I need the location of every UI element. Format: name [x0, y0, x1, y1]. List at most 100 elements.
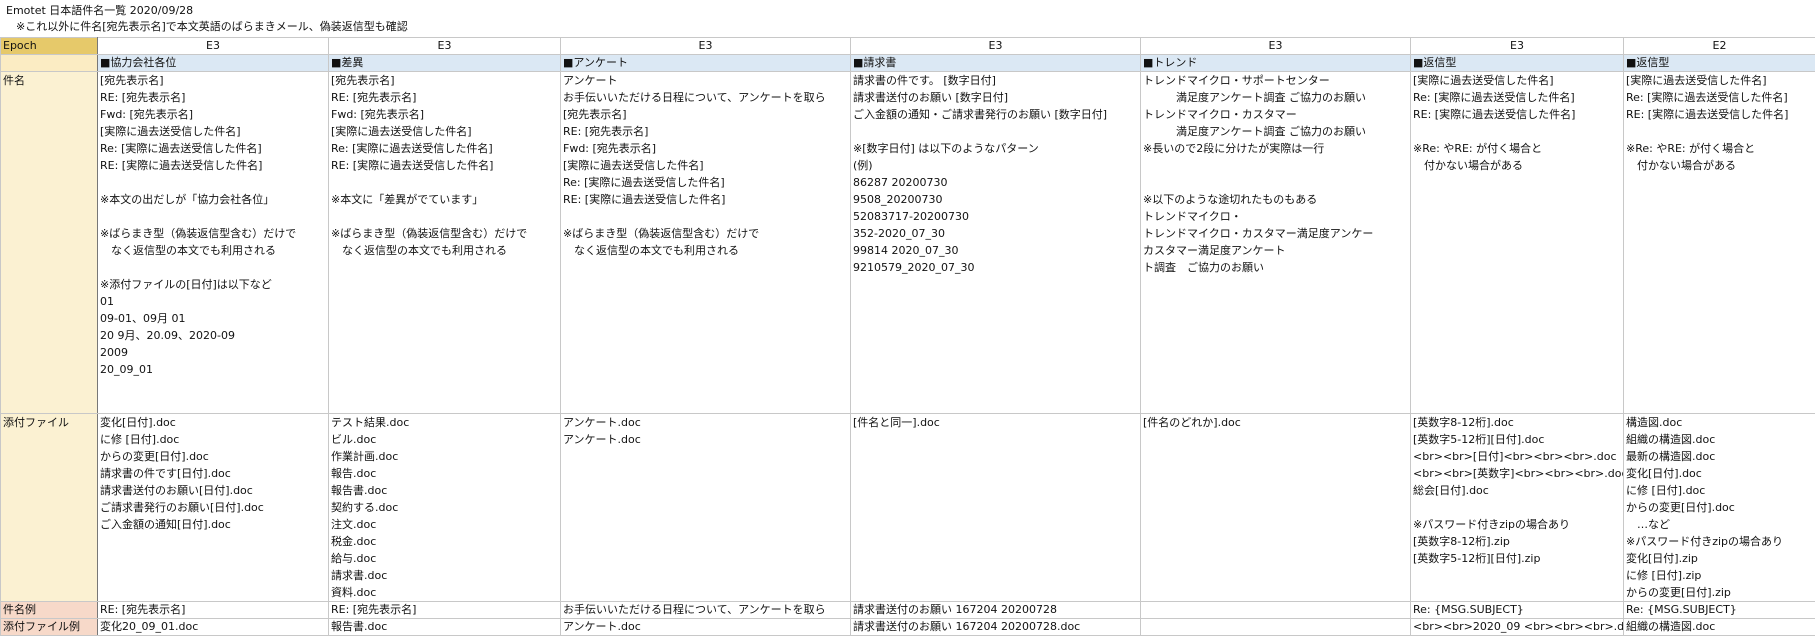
cell-line: [宛先表示名] — [100, 72, 326, 89]
category-label-cell[interactable] — [1, 55, 98, 72]
cell-line: ※パスワード付きzipの場合あり — [1413, 516, 1621, 533]
cell-line: [英数字8-12桁].doc — [1413, 414, 1621, 431]
cell-line: なく返信型の本文でも利用される — [100, 242, 326, 259]
cell-line: [実際に過去送受信した件名] — [331, 123, 558, 140]
attachment-cell[interactable]: [英数字8-12桁].doc[英数字5-12桁][日付].doc<br><br>… — [1411, 414, 1624, 602]
attachment-cell[interactable]: テスト結果.docビル.doc作業計画.doc報告.doc報告書.doc契約する… — [329, 414, 561, 602]
cell-line: 352-2020_07_30 — [853, 225, 1138, 242]
attachment-example-cell[interactable]: 報告書.doc — [329, 619, 561, 636]
cell-line: <br><br>[日付]<br><br><br>.doc — [1413, 448, 1621, 465]
epoch-cell[interactable]: E3 — [98, 38, 329, 55]
cell-line: トレンドマイクロ・サポートセンター — [1143, 72, 1408, 89]
cell-line: <br><br>[英数字]<br><br><br>.doc — [1413, 465, 1621, 482]
cell-line: [宛先表示名] — [563, 106, 848, 123]
attachment-example-cell[interactable]: 組織の構造図.doc — [1624, 619, 1815, 636]
cell-line: ト調査 ご協力のお願い — [1143, 259, 1408, 276]
epoch-cell[interactable]: E3 — [561, 38, 851, 55]
cell-line: 税金.doc — [331, 533, 558, 550]
attachment-cell[interactable]: アンケート.docアンケート.doc — [561, 414, 851, 602]
category-cell[interactable]: ■アンケート — [561, 55, 851, 72]
subject-example-cell[interactable] — [1141, 602, 1411, 619]
cell-line: Fwd: [宛先表示名] — [100, 106, 326, 123]
subject-example-cell[interactable]: Re: {MSG.SUBJECT} — [1624, 602, 1815, 619]
cell-line: 変化[日付].doc — [100, 414, 326, 431]
cell-line: トレンドマイクロ・ — [1143, 208, 1408, 225]
cell-line: 9210579_2020_07_30 — [853, 259, 1138, 276]
cell-line — [331, 174, 558, 191]
cell-line: ※ばらまき型（偽装返信型含む）だけで — [563, 225, 848, 242]
category-cell[interactable]: ■請求書 — [851, 55, 1141, 72]
sheet-note: ※これ以外に件名[宛先表示名]で本文英語のばらまきメール、偽装返信型も確認 — [16, 19, 408, 34]
cell-line: からの変更[日付].zip — [1626, 584, 1813, 601]
cell-line: [実際に過去送受信した件名] — [100, 123, 326, 140]
subject-cell[interactable]: トレンドマイクロ・サポートセンター 満足度アンケート調査 ご協力のお願いトレンド… — [1141, 72, 1411, 414]
cell-line: 09-01、09月 01 — [100, 310, 326, 327]
subject-example-cell[interactable]: RE: [宛先表示名] — [98, 602, 329, 619]
epoch-label[interactable]: Epoch — [1, 38, 98, 55]
category-cell[interactable]: ■トレンド — [1141, 55, 1411, 72]
epoch-cell[interactable]: E3 — [1141, 38, 1411, 55]
cell-line: [件名のどれか].doc — [1143, 414, 1408, 431]
cell-line — [1626, 123, 1813, 140]
attachment-row-label[interactable]: 添付ファイル — [1, 414, 98, 602]
attachment-row: 添付ファイル 変化[日付].docに修 [日付].docからの変更[日付].do… — [1, 414, 1815, 602]
cell-line: 報告書.doc — [331, 482, 558, 499]
cell-line — [1413, 499, 1621, 516]
epoch-row: Epoch E3 E3 E3 E3 E3 E3 E2 — [1, 38, 1815, 55]
subject-cell[interactable]: [宛先表示名]RE: [宛先表示名]Fwd: [宛先表示名][実際に過去送受信し… — [98, 72, 329, 414]
epoch-cell[interactable]: E2 — [1624, 38, 1815, 55]
subject-cell[interactable]: [実際に過去送受信した件名]Re: [実際に過去送受信した件名]RE: [実際に… — [1411, 72, 1624, 414]
attachment-cell[interactable]: 構造図.doc組織の構造図.doc最新の構造図.doc変化[日付].docに修 … — [1624, 414, 1815, 602]
epoch-cell[interactable]: E3 — [851, 38, 1141, 55]
cell-line: ご入金額の通知・ご請求書発行のお願い [数字日付] — [853, 106, 1138, 123]
cell-line: なく返信型の本文でも利用される — [563, 242, 848, 259]
cell-line: ※ばらまき型（偽装返信型含む）だけで — [100, 225, 326, 242]
category-row: ■協力会社各位 ■差異 ■アンケート ■請求書 ■トレンド ■返信型 ■返信型 — [1, 55, 1815, 72]
cell-line: ※長いので2段に分けたが実際は一行 — [1143, 140, 1408, 157]
category-cell[interactable]: ■協力会社各位 — [98, 55, 329, 72]
subject-example-label[interactable]: 件名例 — [1, 602, 98, 619]
subject-example-cell[interactable]: お手伝いいただける日程について、アンケートを取ら — [561, 602, 851, 619]
subject-example-cell[interactable]: Re: {MSG.SUBJECT} — [1411, 602, 1624, 619]
cell-line: からの変更[日付].doc — [1626, 499, 1813, 516]
attachment-example-cell[interactable]: <br><br>2020_09 <br><br><br>.doc — [1411, 619, 1624, 636]
attachment-example-cell[interactable]: 請求書送付のお願い 167204 20200728.doc — [851, 619, 1141, 636]
cell-line: 付かない場合がある — [1626, 157, 1813, 174]
cell-line: 52083717-20200730 — [853, 208, 1138, 225]
epoch-cell[interactable]: E3 — [329, 38, 561, 55]
category-cell[interactable]: ■返信型 — [1624, 55, 1815, 72]
cell-line: ※パスワード付きzipの場合あり — [1626, 533, 1813, 550]
attachment-example-cell[interactable]: 変化20_09_01.doc — [98, 619, 329, 636]
cell-line: 99814 2020_07_30 — [853, 242, 1138, 259]
attachment-cell[interactable]: [件名と同一].doc — [851, 414, 1141, 602]
subject-table: Epoch E3 E3 E3 E3 E3 E3 E2 ■協力会社各位 ■差異 ■… — [0, 37, 1815, 636]
attachment-example-label[interactable]: 添付ファイル例 — [1, 619, 98, 636]
epoch-cell[interactable]: E3 — [1411, 38, 1624, 55]
cell-line: アンケート — [563, 72, 848, 89]
cell-line: 作業計画.doc — [331, 448, 558, 465]
category-cell[interactable]: ■返信型 — [1411, 55, 1624, 72]
subject-cell[interactable]: 請求書の件です。 [数字日付]請求書送付のお願い [数字日付]ご入金額の通知・ご… — [851, 72, 1141, 414]
attachment-cell[interactable]: 変化[日付].docに修 [日付].docからの変更[日付].doc請求書の件で… — [98, 414, 329, 602]
subject-example-row: 件名例 RE: [宛先表示名] RE: [宛先表示名] お手伝いいただける日程に… — [1, 602, 1815, 619]
cell-line: 最新の構造図.doc — [1626, 448, 1813, 465]
attachment-example-cell[interactable] — [1141, 619, 1411, 636]
subject-cell[interactable]: アンケートお手伝いいただける日程について、アンケートを取ら[宛先表示名]RE: … — [561, 72, 851, 414]
cell-line: に修 [日付].doc — [100, 431, 326, 448]
cell-line: ※添付ファイルの[日付]は以下など — [100, 276, 326, 293]
cell-line: [実際に過去送受信した件名] — [563, 157, 848, 174]
cell-line: RE: [宛先表示名] — [100, 89, 326, 106]
attachment-cell[interactable]: [件名のどれか].doc — [1141, 414, 1411, 602]
attachment-example-cell[interactable]: アンケート.doc — [561, 619, 851, 636]
subject-example-cell[interactable]: RE: [宛先表示名] — [329, 602, 561, 619]
cell-line — [100, 259, 326, 276]
category-cell[interactable]: ■差異 — [329, 55, 561, 72]
cell-line: ビル.doc — [331, 431, 558, 448]
subject-cell[interactable]: [宛先表示名]RE: [宛先表示名]Fwd: [宛先表示名][実際に過去送受信し… — [329, 72, 561, 414]
subject-row: 件名 [宛先表示名]RE: [宛先表示名]Fwd: [宛先表示名][実際に過去送… — [1, 72, 1815, 414]
subject-row-label[interactable]: 件名 — [1, 72, 98, 414]
subject-cell[interactable]: [実際に過去送受信した件名]Re: [実際に過去送受信した件名]RE: [実際に… — [1624, 72, 1815, 414]
cell-line: [件名と同一].doc — [853, 414, 1138, 431]
cell-line: ※[数字日付] は以下のようなパターン — [853, 140, 1138, 157]
subject-example-cell[interactable]: 請求書送付のお願い 167204 20200728 — [851, 602, 1141, 619]
